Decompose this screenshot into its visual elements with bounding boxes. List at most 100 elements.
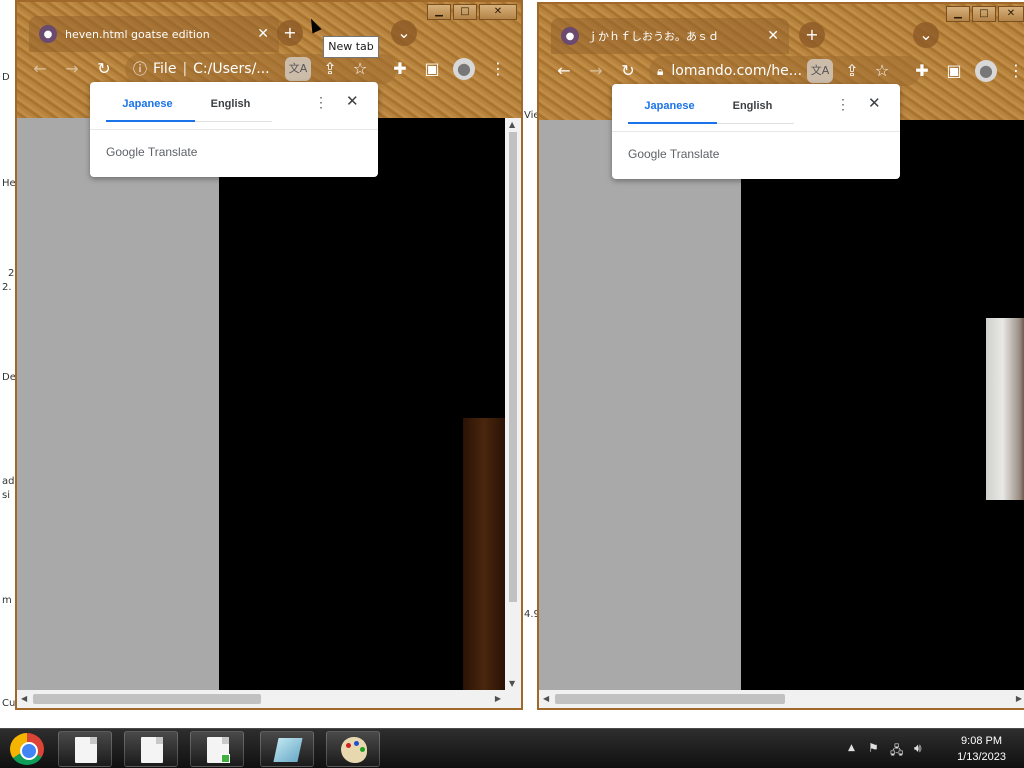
browser-toolbar: ← → ↻ ⓘ File | C:/Users/... 文A ⇪ ☆ ✚ ▣ ●… (17, 54, 521, 84)
desktop-label-fragment: m (2, 595, 12, 606)
browser-window-left: ▁ □ ✕ ● heven.html goatse edition ✕ + ⌄ … (15, 0, 523, 710)
document-icon (141, 737, 163, 763)
taskbar-app-document[interactable] (124, 731, 178, 767)
system-tray: ▲ ⚑ 🖧︎ 🔊︎ 9:08 PM 1/13/2023 (834, 729, 1024, 768)
show-hidden-icons-icon[interactable]: ▲ (848, 743, 855, 753)
desktop-label-fragment: si (2, 490, 10, 501)
window-controls: ▁ □ ✕ (946, 6, 1024, 22)
horizontal-scrollbar[interactable]: ◀ ▶ (539, 690, 1024, 708)
more-options-icon[interactable]: ⋮ (836, 96, 850, 113)
new-tab-tooltip: New tab (323, 36, 379, 58)
forward-icon[interactable]: → (585, 60, 607, 82)
horizontal-scrollbar[interactable]: ◀ ▶ (17, 690, 521, 708)
vertical-scrollbar[interactable]: ▲ ▼ (505, 118, 521, 690)
browser-toolbar: ← → ↻ 🔒︎ lomando.com/he... 文A ⇪ ☆ ✚ ▣ ● … (539, 56, 1024, 86)
scroll-left-arrow-icon[interactable]: ◀ (543, 694, 549, 703)
tab-english[interactable]: English (189, 98, 272, 110)
page-image-fragment (463, 418, 505, 692)
translate-popup: Japanese English ⋮ ✕ Google Translate (612, 84, 900, 179)
menu-kebab-icon[interactable]: ⋮ (487, 58, 509, 80)
tab-search-button[interactable]: ⌄ (913, 22, 939, 48)
window-controls: ▁ □ ✕ (427, 4, 517, 20)
minimize-button[interactable]: ▁ (427, 4, 451, 20)
address-text: C:/Users/... (193, 61, 270, 77)
close-popup-icon[interactable]: ✕ (868, 94, 881, 112)
share-icon[interactable]: ⇪ (841, 60, 863, 82)
system-clock[interactable]: 9:08 PM 1/13/2023 (957, 733, 1006, 765)
new-tab-button[interactable]: + (277, 20, 303, 46)
tab-search-button[interactable]: ⌄ (391, 20, 417, 46)
translate-icon[interactable]: 文A (807, 59, 833, 83)
action-center-flag-icon[interactable]: ⚑ (868, 741, 879, 755)
more-options-icon[interactable]: ⋮ (314, 94, 328, 111)
maximize-button[interactable]: □ (453, 4, 477, 20)
back-icon[interactable]: ← (553, 60, 575, 82)
menu-kebab-icon[interactable]: ⋮ (1005, 60, 1024, 82)
tab-japanese[interactable]: Japanese (106, 98, 189, 110)
active-tab-underline (106, 120, 195, 122)
taskbar-app-notepad[interactable] (260, 731, 314, 767)
share-icon[interactable]: ⇪ (319, 58, 341, 80)
desktop-label-fragment: Cu (2, 698, 16, 709)
horizontal-scroll-thumb[interactable] (555, 694, 785, 704)
scroll-left-arrow-icon[interactable]: ◀ (21, 694, 27, 703)
vertical-scroll-thumb[interactable] (509, 132, 517, 602)
translate-icon[interactable]: 文A (285, 57, 311, 81)
profile-avatar-icon[interactable]: ● (453, 58, 475, 80)
close-tab-icon[interactable]: ✕ (257, 26, 269, 42)
address-separator: | (182, 61, 188, 77)
taskbar-app-document-green[interactable] (190, 731, 244, 767)
side-panel-icon[interactable]: ▣ (943, 60, 965, 82)
bookmark-star-icon[interactable]: ☆ (349, 58, 371, 80)
volume-icon[interactable]: 🔊︎ (914, 741, 922, 756)
desktop-label-fragment: D (2, 72, 10, 83)
bear-favicon-icon: ● (39, 25, 57, 43)
reload-icon[interactable]: ↻ (93, 58, 115, 80)
close-window-button[interactable]: ✕ (479, 4, 517, 20)
scroll-up-arrow-icon[interactable]: ▲ (509, 120, 515, 129)
new-tab-button[interactable]: + (799, 22, 825, 48)
notepad-icon (273, 738, 303, 762)
scroll-down-arrow-icon[interactable]: ▼ (509, 679, 515, 688)
extensions-icon[interactable]: ✚ (389, 58, 411, 80)
page-black-background (741, 120, 1024, 692)
taskbar-app-document[interactable] (58, 731, 112, 767)
chrome-start-icon[interactable] (10, 733, 44, 765)
reload-icon[interactable]: ↻ (617, 60, 639, 82)
translate-language-tabs: Japanese English (106, 92, 272, 122)
profile-avatar-icon[interactable]: ● (975, 60, 997, 82)
bookmark-star-icon[interactable]: ☆ (871, 60, 893, 82)
minimize-button[interactable]: ▁ (946, 6, 970, 22)
active-tab-underline (628, 122, 717, 124)
scroll-right-arrow-icon[interactable]: ▶ (1016, 694, 1022, 703)
clock-time: 9:08 PM (961, 735, 1003, 747)
browser-window-right: ▁ □ ✕ ● ｊかｈｆしおうお。あｓｄ ✕ + ⌄ ← → ↻ 🔒︎ loma… (537, 2, 1024, 710)
taskbar: ▲ ⚑ 🖧︎ 🔊︎ 9:08 PM 1/13/2023 (0, 728, 1024, 768)
close-tab-icon[interactable]: ✕ (767, 28, 779, 44)
maximize-button[interactable]: □ (972, 6, 996, 22)
bear-favicon-icon: ● (561, 27, 579, 45)
network-icon[interactable]: 🖧︎ (890, 741, 903, 762)
tab-english[interactable]: English (711, 100, 794, 112)
desktop-label-fragment: De (2, 372, 16, 383)
page-viewport: ◀ ▶ (539, 120, 1024, 708)
translate-language-tabs: Japanese English (628, 94, 794, 124)
tab-japanese[interactable]: Japanese (628, 100, 711, 112)
page-image-fragment (986, 318, 1024, 500)
popup-divider (90, 129, 378, 130)
back-icon[interactable]: ← (29, 58, 51, 80)
desktop-label-fragment: 2. (2, 282, 12, 293)
forward-icon[interactable]: → (61, 58, 83, 80)
browser-tab-active[interactable]: ● ｊかｈｆしおうお。あｓｄ ✕ (551, 18, 789, 54)
extensions-icon[interactable]: ✚ (911, 60, 933, 82)
close-popup-icon[interactable]: ✕ (346, 92, 359, 110)
taskbar-app-paint[interactable] (326, 731, 380, 767)
horizontal-scroll-thumb[interactable] (33, 694, 261, 704)
tab-title: heven.html goatse edition (65, 27, 210, 41)
scroll-right-arrow-icon[interactable]: ▶ (495, 694, 501, 703)
close-window-button[interactable]: ✕ (998, 6, 1024, 22)
browser-tab-active[interactable]: ● heven.html goatse edition ✕ (29, 16, 279, 52)
page-viewport: ▲ ▼ ◀ ▶ (17, 118, 521, 708)
address-text: lomando.com/he... (671, 63, 803, 79)
side-panel-icon[interactable]: ▣ (421, 58, 443, 80)
